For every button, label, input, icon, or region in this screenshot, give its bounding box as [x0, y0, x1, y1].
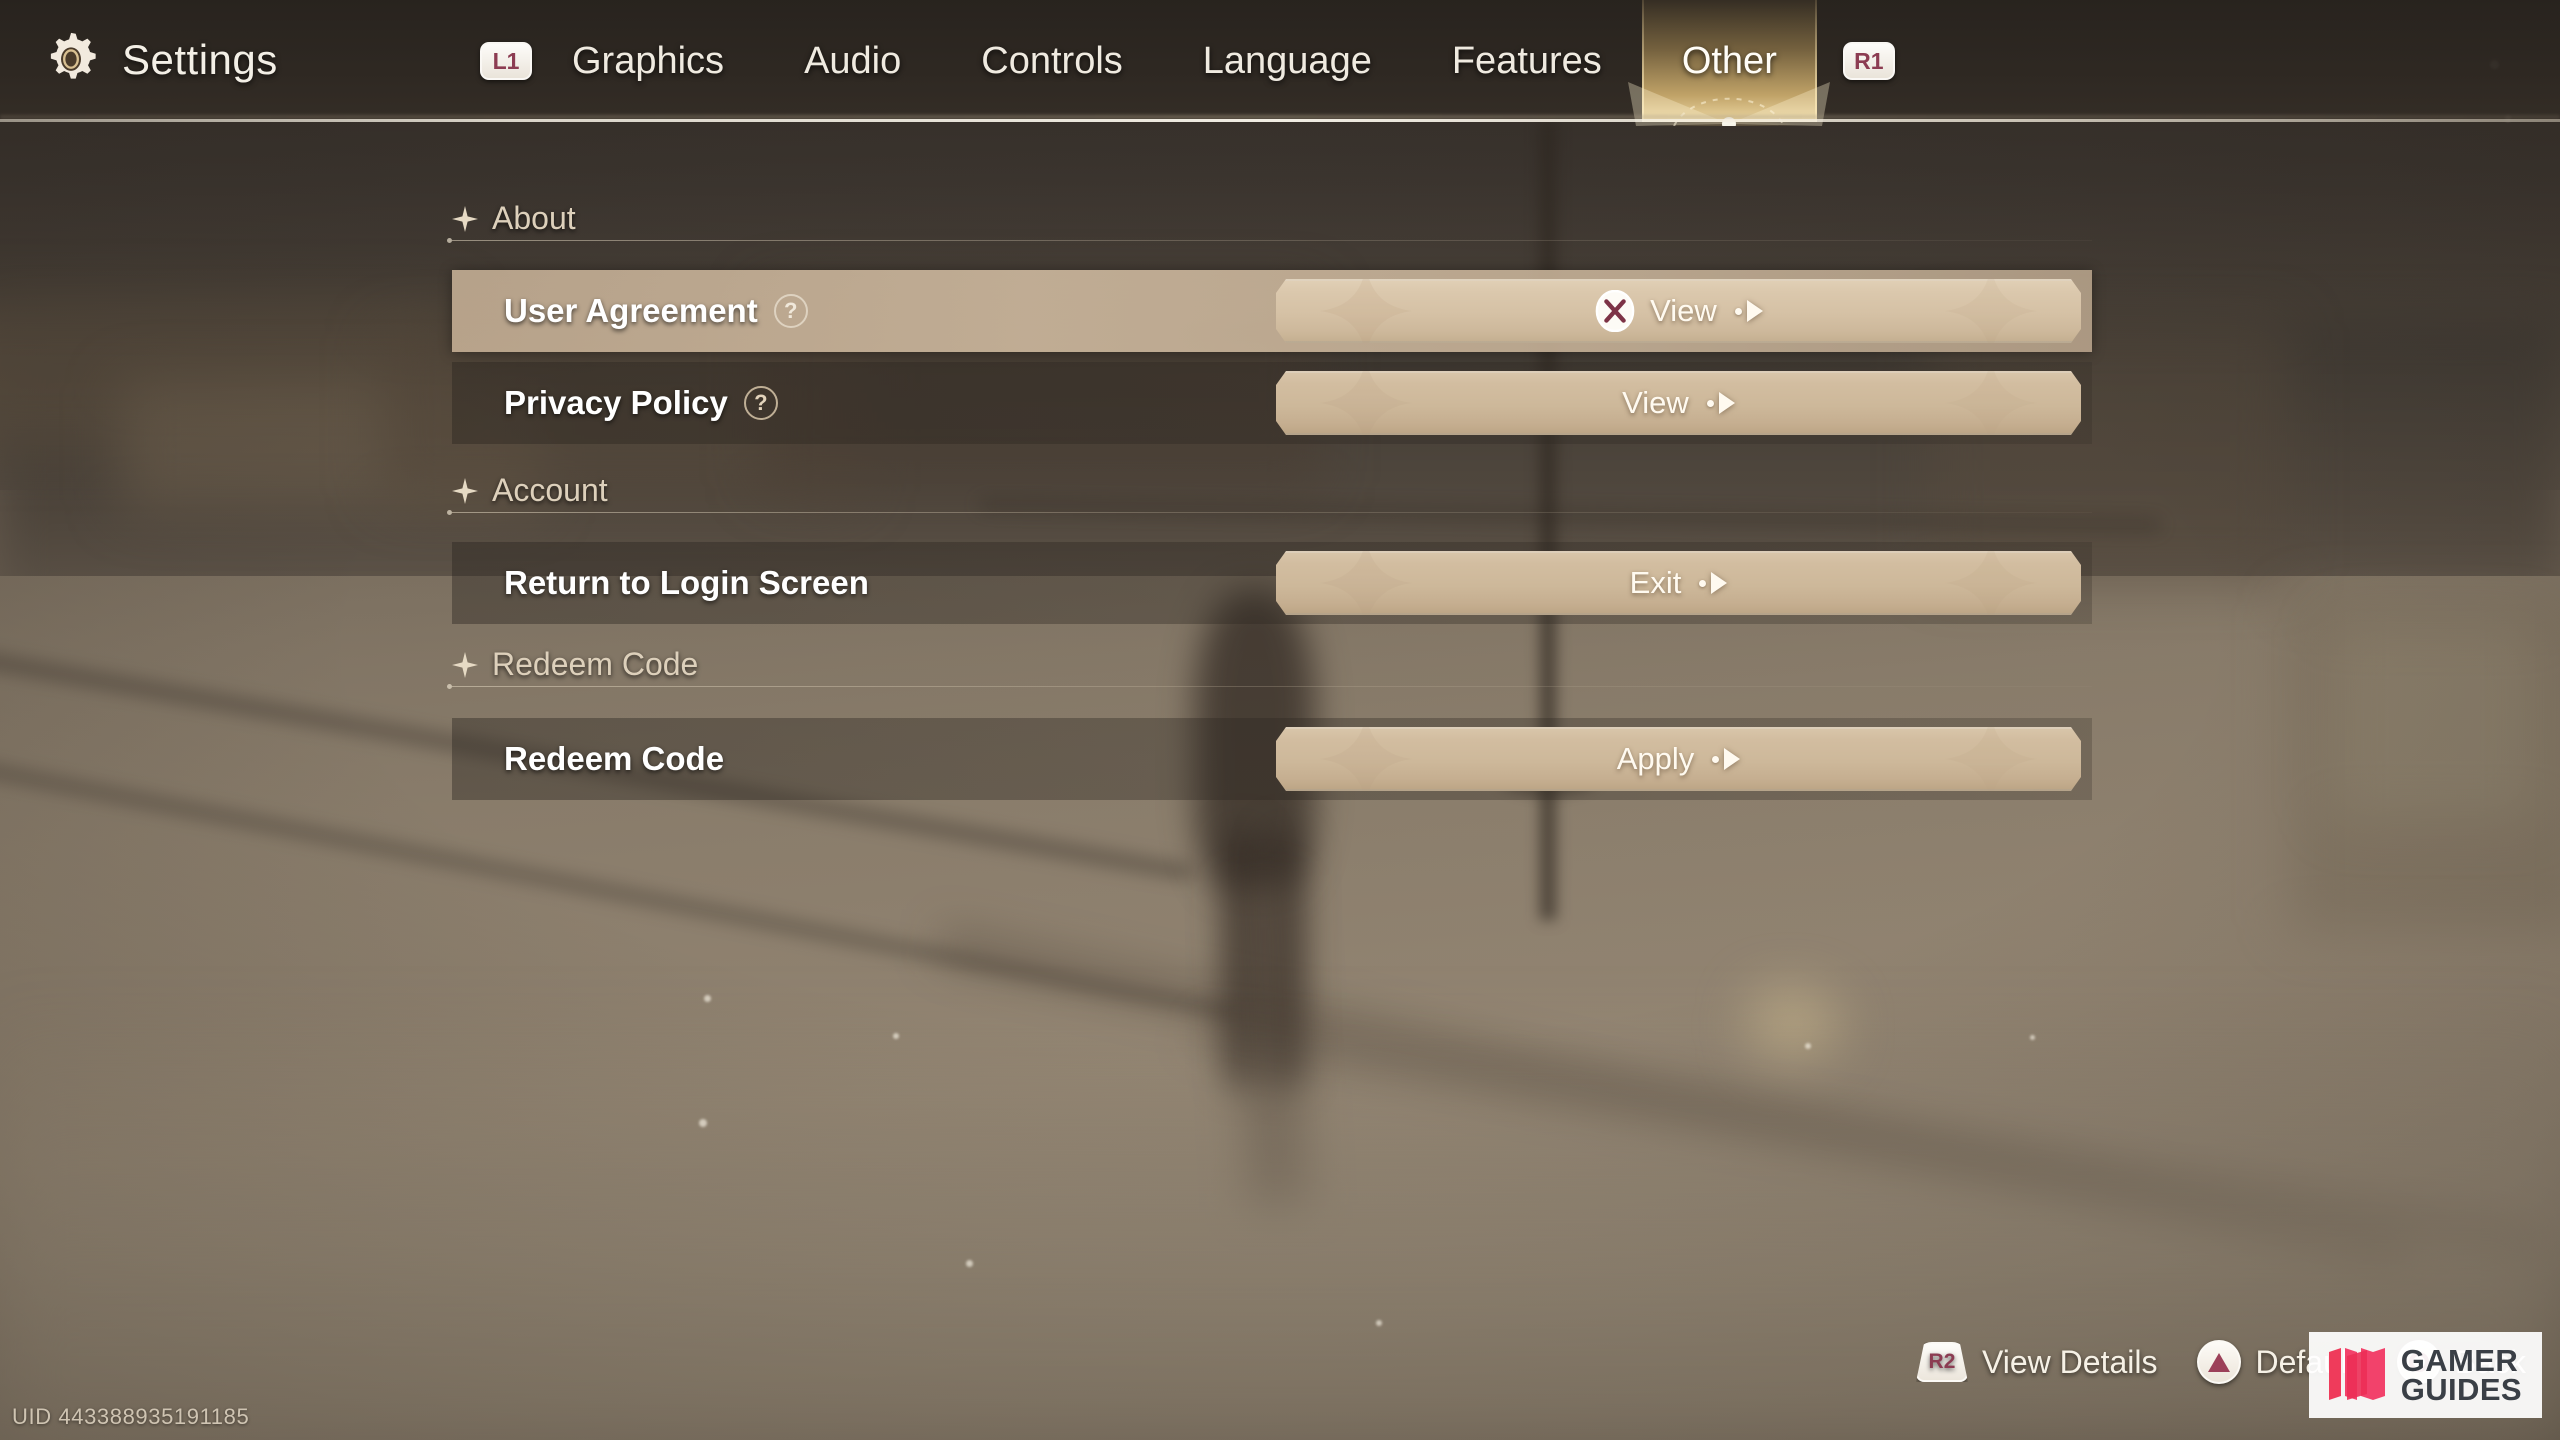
uid-label: UID 443388935191185	[12, 1404, 250, 1429]
section-title: Redeem Code	[492, 646, 699, 682]
tab-label: Graphics	[572, 39, 725, 82]
section-header-account: Account	[452, 472, 608, 509]
top-bar-underline	[0, 119, 2560, 122]
settings-tab-bar: L1 Graphics Audio Controls Language Feat…	[480, 0, 1895, 126]
tab-language[interactable]: Language	[1163, 0, 1412, 122]
prompt-label: View Details	[1981, 1343, 2158, 1380]
tab-other[interactable]: Other	[1628, 0, 1831, 126]
cross-button-icon	[1594, 290, 1636, 332]
settings-top-bar: Settings L1 Graphics Audio Controls Lang…	[0, 0, 2560, 126]
row-label-wrap: Privacy Policy ?	[504, 384, 778, 422]
row-label-wrap: Return to Login Screen	[504, 564, 869, 602]
button-inner: View	[1594, 290, 1763, 332]
tab-features[interactable]: Features	[1412, 0, 1642, 122]
forward-arrow-icon	[1712, 748, 1740, 770]
forward-arrow-icon	[1735, 300, 1763, 322]
gamer-guides-logo-icon	[2328, 1347, 2385, 1400]
sparkle-icon	[452, 205, 478, 232]
settings-brand: Settings	[42, 22, 278, 98]
button-inner: Exit	[1630, 565, 1728, 601]
tab-audio[interactable]: Audio	[764, 0, 941, 122]
section-title: About	[492, 200, 576, 236]
sparkle-icon	[452, 651, 478, 678]
triangle-button-icon	[2197, 1340, 2242, 1384]
section-divider	[447, 238, 2092, 243]
r1-bumper-badge: R1	[1842, 42, 1895, 80]
tab-label: Features	[1451, 39, 1602, 82]
setting-label: Return to Login Screen	[504, 564, 869, 601]
tab-controls[interactable]: Controls	[941, 0, 1163, 122]
section-header-redeem-code: Redeem Code	[452, 646, 698, 683]
section-title: Account	[492, 472, 608, 508]
section-divider	[447, 684, 2092, 689]
watermark-line1: GAMER	[2400, 1342, 2519, 1378]
section-divider	[447, 510, 2092, 515]
r2-trigger-badge: R2	[1915, 1342, 1968, 1382]
gear-icon	[50, 32, 96, 79]
help-icon[interactable]: ?	[743, 386, 778, 420]
button-label: Apply	[1616, 741, 1695, 776]
setting-label: Privacy Policy	[504, 384, 728, 421]
button-inner: View	[1622, 385, 1735, 421]
button-label: Exit	[1629, 565, 1682, 600]
l1-bumper-badge: L1	[480, 42, 532, 80]
settings-content: About User Agreement ? View Privacy Poli…	[0, 122, 2560, 1322]
settings-screen: Settings L1 Graphics Audio Controls Lang…	[0, 0, 2560, 1440]
help-icon[interactable]: ?	[773, 294, 808, 328]
setting-label: User Agreement	[504, 292, 758, 329]
watermark-text: GAMER GUIDES	[2400, 1342, 2522, 1407]
section-header-about: About	[452, 200, 576, 237]
tab-label: Language	[1202, 39, 1372, 82]
prompt-view-details[interactable]: R2 View Details	[1915, 1342, 2158, 1382]
page-title: Settings	[122, 36, 278, 83]
button-label: View	[1622, 385, 1689, 420]
setting-label: Redeem Code	[504, 740, 725, 777]
apply-redeem-code-button[interactable]: Apply	[1276, 727, 2081, 791]
watermark-line2: GUIDES	[2400, 1371, 2522, 1407]
forward-arrow-icon	[1707, 392, 1735, 414]
tab-graphics[interactable]: Graphics	[532, 0, 764, 122]
tab-label: Audio	[804, 39, 902, 82]
button-label: View	[1650, 293, 1717, 328]
gamer-guides-watermark: GAMER GUIDES	[2308, 1331, 2542, 1418]
tab-label: Other	[1681, 39, 1777, 82]
sparkle-icon	[452, 477, 478, 504]
view-privacy-policy-button[interactable]: View	[1276, 371, 2081, 435]
view-user-agreement-button[interactable]: View	[1276, 279, 2081, 343]
row-label-wrap: Redeem Code	[504, 740, 724, 778]
forward-arrow-icon	[1699, 572, 1727, 594]
button-inner: Apply	[1617, 741, 1741, 777]
tab-label: Controls	[981, 39, 1123, 82]
row-label-wrap: User Agreement ?	[504, 292, 808, 330]
exit-to-login-button[interactable]: Exit	[1276, 551, 2081, 615]
